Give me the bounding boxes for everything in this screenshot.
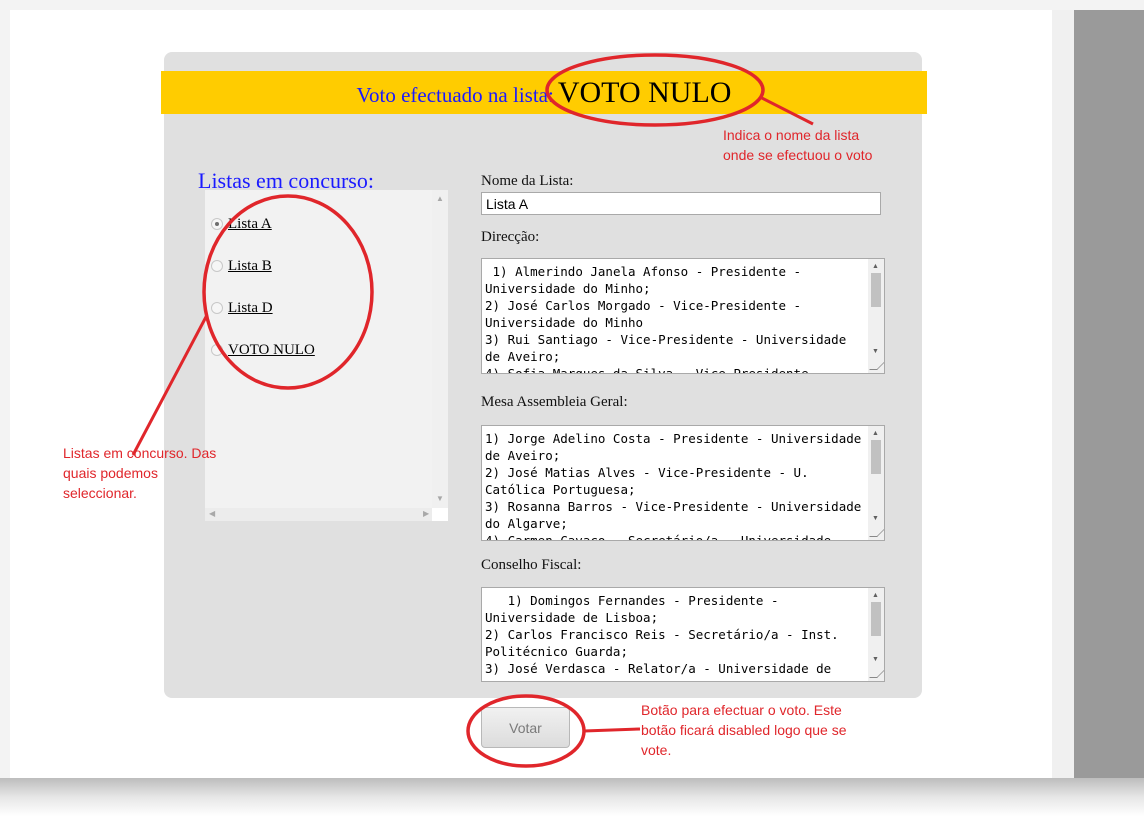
annotation-list-name: Indica o nome da lista onde se efectuou … [723,125,872,165]
annotation-line: seleccionar. [63,485,137,501]
resize-grip-icon[interactable] [869,362,884,370]
council-textarea[interactable]: 1) Domingos Fernandes - Presidente - Uni… [481,587,885,682]
annotation-line: vote. [641,742,672,758]
list-option-label[interactable]: Lista D [228,300,273,317]
scroll-up-arrow-icon[interactable]: ▲ [872,263,879,270]
list-option-label[interactable]: Lista B [228,258,272,275]
scroll-right-arrow-icon[interactable]: ▶ [423,510,429,518]
radio-button[interactable] [211,260,223,272]
bottom-shadow [0,778,1144,816]
assembly-label: Mesa Assembleia Geral: [481,394,628,410]
lists-horizontal-scrollbar[interactable]: ◀ ▶ [205,508,432,521]
list-option-label[interactable]: VOTO NULO [228,342,315,359]
scroll-down-arrow-icon[interactable]: ▼ [872,515,879,522]
direction-text: 1) Almerindo Janela Afonso - Presidente … [485,264,847,374]
annotation-line: onde se efectuou o voto [723,147,873,163]
annotation-line: botão ficará disabled logo que se [641,722,847,738]
scroll-down-arrow-icon[interactable]: ▼ [872,348,879,355]
annotation-line: quais podemos [63,465,158,481]
scroll-up-arrow-icon[interactable]: ▲ [436,195,444,203]
assembly-scrollbar[interactable]: ▲ ▼ [868,426,884,540]
resize-grip-icon[interactable] [869,529,884,537]
annotation-lists: Listas em concurso. Das quais podemos se… [63,443,216,503]
scrollbar-thumb[interactable] [871,273,881,307]
side-background [1074,10,1144,778]
direction-textarea[interactable]: 1) Almerindo Janela Afonso - Presidente … [481,258,885,374]
direction-label: Direcção: [481,229,540,245]
assembly-text: 1) Jorge Adelino Costa - Presidente - Un… [485,431,862,541]
resize-grip-icon[interactable] [869,670,884,678]
scroll-left-arrow-icon[interactable]: ◀ [209,510,215,518]
screenshot-frame: Voto efectuado na lista: VOTO NULO Lista… [0,0,1144,816]
council-label: Conselho Fiscal: [481,557,582,573]
scrollbar-thumb[interactable] [871,602,881,636]
vote-result-prefix: Voto efectuado na lista: [356,83,554,107]
list-option-voto-nulo[interactable]: VOTO NULO [211,339,315,361]
assembly-textarea[interactable]: 1) Jorge Adelino Costa - Presidente - Un… [481,425,885,541]
list-option-lista-b[interactable]: Lista B [211,255,272,277]
list-option-lista-a[interactable]: Lista A [211,213,272,235]
annotation-button: Botão para efectuar o voto. Este botão f… [641,700,846,760]
page-gutter [1052,10,1074,778]
scroll-up-arrow-icon[interactable]: ▲ [872,430,879,437]
radio-button[interactable] [211,344,223,356]
annotation-line: Botão para efectuar o voto. Este [641,702,842,718]
radio-button[interactable] [211,302,223,314]
vote-result-banner: Voto efectuado na lista: VOTO NULO [161,71,927,114]
list-name-input[interactable] [481,192,881,215]
vote-result-value: VOTO NULO [557,76,732,109]
vote-button[interactable]: Votar [481,707,570,748]
radio-button-checked[interactable] [211,218,223,230]
scroll-up-arrow-icon[interactable]: ▲ [872,592,879,599]
list-name-label: Nome da Lista: [481,173,574,189]
council-scrollbar[interactable]: ▲ ▼ [868,588,884,681]
scroll-down-arrow-icon[interactable]: ▼ [436,495,444,503]
scroll-down-arrow-icon[interactable]: ▼ [872,656,879,663]
scrollbar-corner [432,508,448,521]
scrollbar-thumb[interactable] [871,440,881,474]
annotation-line: Listas em concurso. Das [63,445,217,461]
list-option-label[interactable]: Lista A [228,216,272,233]
council-text: 1) Domingos Fernandes - Presidente - Uni… [485,593,839,676]
direction-scrollbar[interactable]: ▲ ▼ [868,259,884,373]
list-option-lista-d[interactable]: Lista D [211,297,273,319]
annotation-line: Indica o nome da lista [723,127,860,143]
lists-vertical-scrollbar[interactable]: ▲ ▼ [432,190,448,508]
